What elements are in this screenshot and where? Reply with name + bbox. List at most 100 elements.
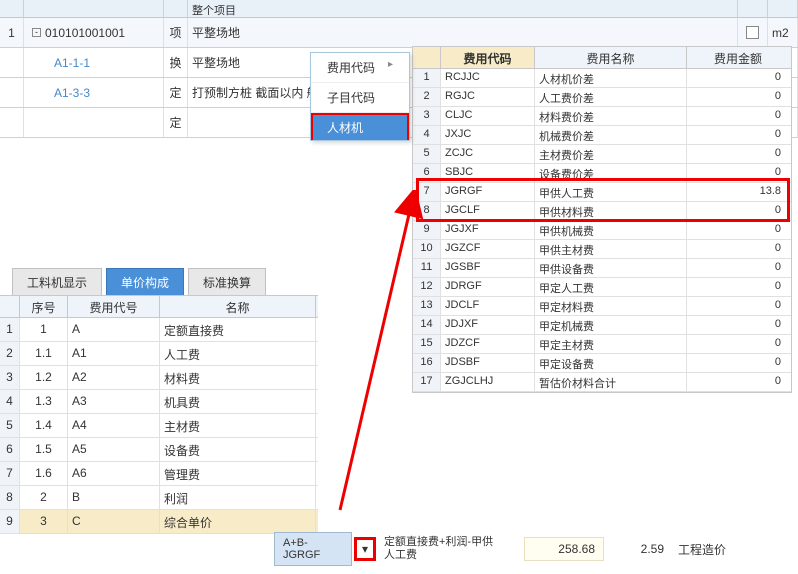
fee-header-amount[interactable]: 费用金额: [687, 47, 789, 68]
fee-row[interactable]: 9 JGJXF 甲供机械费 0: [413, 221, 791, 240]
fee-row[interactable]: 11 JGSBF 甲供设备费 0: [413, 259, 791, 278]
fee-name: 甲定设备费: [535, 354, 687, 372]
chevron-right-icon: ▸: [388, 59, 393, 70]
formula-description: 定额直接费+利润-甲供人工费: [378, 534, 502, 564]
tab[interactable]: 单价构成: [106, 268, 184, 297]
expander-icon[interactable]: -: [32, 28, 41, 37]
menu-item[interactable]: 费用代码▸: [311, 53, 409, 83]
fee-amount: 0: [687, 69, 789, 87]
component-row[interactable]: 8 2 B 利润: [0, 486, 318, 510]
fee-amount: 13.8: [687, 183, 789, 201]
row-code: - 010101001001: [24, 18, 164, 47]
chevron-down-icon: ▾: [362, 542, 368, 556]
fee-amount: 0: [687, 297, 789, 315]
fee-row[interactable]: 3 CLJC 材料费价差 0: [413, 107, 791, 126]
component-row[interactable]: 5 1.4 A4 主材费: [0, 414, 318, 438]
fee-row[interactable]: 7 JGRGF 甲供人工费 13.8: [413, 183, 791, 202]
fee-row[interactable]: 6 SBJC 设备费价差 0: [413, 164, 791, 183]
fee-amount: 0: [687, 316, 789, 334]
ll-num: 2: [20, 486, 68, 509]
checkbox-icon[interactable]: [746, 26, 759, 39]
ll-idx: 8: [0, 486, 20, 509]
menu-item[interactable]: 子目代码: [311, 83, 409, 113]
row-check[interactable]: [738, 18, 768, 47]
tab[interactable]: 工料机显示: [12, 268, 102, 297]
ll-num: 1.4: [20, 414, 68, 437]
row-name: 平整场地: [188, 18, 738, 47]
menu-item[interactable]: 人材机: [311, 113, 409, 140]
fee-seq: 2: [413, 88, 441, 106]
fee-name: 暂估价材料合计: [535, 373, 687, 391]
fee-amount: 0: [687, 335, 789, 353]
total-label: 工程造价: [674, 537, 730, 562]
component-row[interactable]: 7 1.6 A6 管理费: [0, 462, 318, 486]
fee-header-code[interactable]: 费用代码: [441, 47, 535, 68]
detail-tabs: 工料机显示单价构成标准换算: [12, 268, 266, 297]
fee-code: JGJXF: [441, 221, 535, 239]
row-index: [0, 108, 24, 137]
fee-row[interactable]: 1 RCJJC 人材机价差 0: [413, 69, 791, 88]
fee-row[interactable]: 12 JDRGF 甲定人工费 0: [413, 278, 791, 297]
ll-num: 1.1: [20, 342, 68, 365]
ll-header-code[interactable]: 费用代号: [68, 296, 160, 317]
ll-idx: 1: [0, 318, 20, 341]
fee-code: RCJJC: [441, 69, 535, 87]
fee-row[interactable]: 10 JGZCF 甲供主材费 0: [413, 240, 791, 259]
fee-row[interactable]: 2 RGJC 人工费价差 0: [413, 88, 791, 107]
fee-seq: 5: [413, 145, 441, 163]
component-row[interactable]: 1 1 A 定额直接费: [0, 318, 318, 342]
project-row[interactable]: 1 - 010101001001 项 平整场地 m2: [0, 18, 798, 48]
fee-amount: 0: [687, 202, 789, 220]
tab[interactable]: 标准换算: [188, 268, 266, 297]
fee-name: 甲供主材费: [535, 240, 687, 258]
ll-code: C: [68, 510, 160, 533]
fee-row[interactable]: 14 JDJXF 甲定机械费 0: [413, 316, 791, 335]
ll-code: A4: [68, 414, 160, 437]
fee-row[interactable]: 8 JGCLF 甲供材料费 0: [413, 202, 791, 221]
row-unit: 定: [164, 78, 188, 107]
ll-idx: 2: [0, 342, 20, 365]
fee-row[interactable]: 17 ZGJCLHJ 暂估价材料合计 0: [413, 373, 791, 392]
ll-name: 利润: [160, 486, 316, 509]
fee-seq: 3: [413, 107, 441, 125]
ll-header-seq[interactable]: 序号: [20, 296, 68, 317]
project-header: 整个项目: [0, 0, 798, 18]
formula-dropdown-button[interactable]: ▾: [354, 537, 376, 561]
fee-row[interactable]: 15 JDZCF 甲定主材费 0: [413, 335, 791, 354]
fee-seq: 11: [413, 259, 441, 277]
fee-name: 设备费价差: [535, 164, 687, 182]
component-row[interactable]: 9 3 C 综合单价: [0, 510, 318, 534]
fee-name: 甲供人工费: [535, 183, 687, 201]
fee-row[interactable]: 4 JXJC 机械费价差 0: [413, 126, 791, 145]
fee-name: 机械费价差: [535, 126, 687, 144]
ll-header-name[interactable]: 名称: [160, 296, 316, 317]
fee-seq: 14: [413, 316, 441, 334]
fee-seq: 9: [413, 221, 441, 239]
component-row[interactable]: 6 1.5 A5 设备费: [0, 438, 318, 462]
ll-code: A1: [68, 342, 160, 365]
price-components-table: 序号 费用代号 名称 1 1 A 定额直接费 2 1.1 A1 人工费 3 1.…: [0, 295, 318, 534]
component-row[interactable]: 4 1.3 A3 机具费: [0, 390, 318, 414]
fee-amount: 0: [687, 107, 789, 125]
ll-name: 定额直接费: [160, 318, 316, 341]
ll-code: A5: [68, 438, 160, 461]
header-project: 整个项目: [188, 0, 738, 17]
fee-row[interactable]: 16 JDSBF 甲定设备费 0: [413, 354, 791, 373]
fee-row[interactable]: 13 JDCLF 甲定材料费 0: [413, 297, 791, 316]
fee-seq: 12: [413, 278, 441, 296]
fee-seq: 4: [413, 126, 441, 144]
fee-seq: 13: [413, 297, 441, 315]
row-code: A1-1-1: [24, 48, 164, 77]
ll-name: 管理费: [160, 462, 316, 485]
fee-code: SBJC: [441, 164, 535, 182]
formula-display[interactable]: A+B-JGRGF: [274, 532, 352, 566]
fee-row[interactable]: 5 ZCJC 主材费价差 0: [413, 145, 791, 164]
ll-num: 1.2: [20, 366, 68, 389]
component-row[interactable]: 3 1.2 A2 材料费: [0, 366, 318, 390]
fee-header-name[interactable]: 费用名称: [535, 47, 687, 68]
component-row[interactable]: 2 1.1 A1 人工费: [0, 342, 318, 366]
ll-code: A3: [68, 390, 160, 413]
fee-header-seq: [413, 47, 441, 68]
fee-code: JDCLF: [441, 297, 535, 315]
fee-code: JGSBF: [441, 259, 535, 277]
